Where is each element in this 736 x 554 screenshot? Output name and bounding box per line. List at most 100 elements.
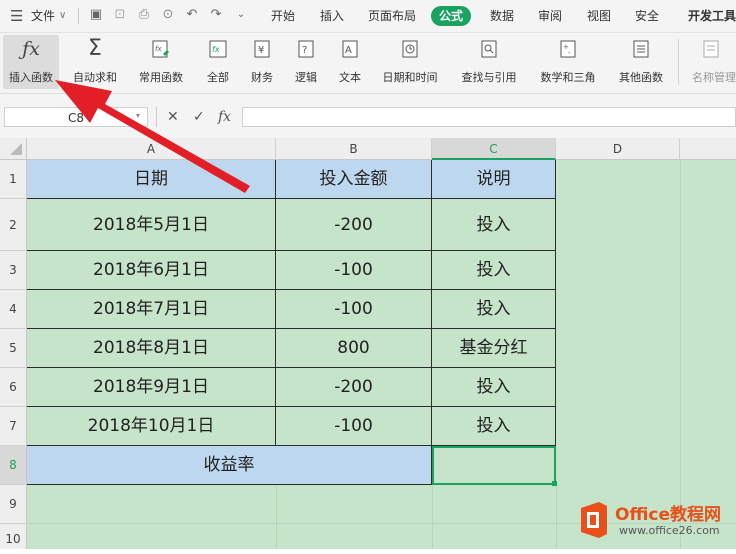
text-icon: A	[342, 40, 358, 58]
date-time-button[interactable]: 日期和时间	[375, 35, 445, 89]
insert-function-button[interactable]: ƒx 插入函数	[3, 35, 59, 89]
tab-data[interactable]: 数据	[490, 0, 514, 32]
row-header-9[interactable]: 9	[0, 485, 27, 524]
text-functions-button[interactable]: A 文本	[330, 35, 370, 89]
cell-c4[interactable]: 投入	[432, 290, 556, 329]
logical-button[interactable]: ? 逻辑	[286, 35, 326, 89]
clock-icon	[402, 40, 418, 58]
watermark: Office教程网 www.office26.com	[571, 494, 736, 546]
cell-b4[interactable]: -100	[276, 290, 432, 329]
row-header-3[interactable]: 3	[0, 251, 27, 290]
name-manager-icon	[703, 40, 719, 58]
hamburger-icon[interactable]: ☰	[10, 0, 23, 32]
cell-b3[interactable]: -100	[276, 251, 432, 290]
cell-a3[interactable]: 2018年6月1日	[27, 251, 276, 290]
math-trig-button[interactable]: + - 数学和三角	[532, 35, 604, 89]
print-icon[interactable]: ⎙	[137, 8, 151, 22]
office-logo-icon	[581, 502, 607, 538]
row-header-2[interactable]: 2	[0, 199, 27, 251]
cell-a7[interactable]: 2018年10月1日	[27, 407, 276, 446]
cell-c1[interactable]: 说明	[432, 160, 556, 199]
copy-format-icon[interactable]: ⊡	[113, 8, 127, 22]
cell-c7[interactable]: 投入	[432, 407, 556, 446]
tab-view[interactable]: 视图	[587, 0, 611, 32]
cell-a2[interactable]: 2018年5月1日	[27, 199, 276, 251]
cell-b7[interactable]: -100	[276, 407, 432, 446]
name-box-dropdown-icon[interactable]: ▾	[136, 111, 140, 120]
cell-a4[interactable]: 2018年7月1日	[27, 290, 276, 329]
fx-icon: ƒx	[22, 38, 40, 60]
cell-b2[interactable]: -200	[276, 199, 432, 251]
name-manager-button[interactable]: 名称管理	[686, 35, 736, 89]
row-header-7[interactable]: 7	[0, 407, 27, 446]
save-icon[interactable]: ▣	[89, 8, 103, 22]
column-header-d[interactable]: D	[556, 138, 680, 160]
divider	[78, 8, 79, 24]
menu-file[interactable]: 文件	[31, 0, 55, 32]
customize-quick-access-icon[interactable]: ⌄	[234, 8, 248, 22]
row-header-10[interactable]: 10	[0, 524, 27, 549]
tab-security[interactable]: 安全	[635, 0, 659, 32]
financial-icon: ¥	[254, 40, 270, 58]
ribbon: ƒx 插入函数 Σ 自动求和 fx 常用函数 fx 全部 ¥ 财务 ? 逻辑 A…	[0, 33, 736, 94]
fill-handle[interactable]	[552, 481, 557, 486]
cancel-icon[interactable]: ✕	[167, 107, 179, 127]
row-header-1[interactable]: 1	[0, 160, 27, 199]
tab-home[interactable]: 开始	[271, 0, 295, 32]
cell-b1[interactable]: 投入金额	[276, 160, 432, 199]
select-all-corner[interactable]	[0, 138, 27, 160]
cell-c3[interactable]: 投入	[432, 251, 556, 290]
tab-review[interactable]: 审阅	[538, 0, 562, 32]
cell-c6[interactable]: 投入	[432, 368, 556, 407]
row-header-6[interactable]: 6	[0, 368, 27, 407]
cell-c2[interactable]: 投入	[432, 199, 556, 251]
cell-a1[interactable]: 日期	[27, 160, 276, 199]
cell-b5[interactable]: 800	[276, 329, 432, 368]
gridline	[556, 485, 557, 549]
cell-a8-merged[interactable]: 收益率	[27, 446, 432, 485]
svg-text:¥: ¥	[258, 45, 264, 56]
all-functions-button[interactable]: fx 全部	[198, 35, 238, 89]
formula-input[interactable]	[242, 107, 736, 127]
tab-developer[interactable]: 开发工具	[688, 0, 736, 32]
redo-icon[interactable]: ↷	[209, 8, 223, 22]
row-header-4[interactable]: 4	[0, 290, 27, 329]
column-header-e[interactable]	[680, 138, 736, 160]
watermark-url: www.office26.com	[619, 524, 720, 537]
menu-bar: ☰ 文件 ∨ ▣ ⊡ ⎙ ⊙ ↶ ↷ ⌄ 开始 插入 页面布局 公式 数据 审阅…	[0, 0, 736, 33]
column-header-b[interactable]: B	[276, 138, 432, 160]
gridline	[276, 485, 277, 549]
sigma-icon: Σ	[88, 36, 102, 61]
name-box[interactable]: C8	[4, 107, 148, 127]
cell-b6[interactable]: -200	[276, 368, 432, 407]
column-header-c[interactable]: C	[432, 138, 556, 160]
tab-formulas[interactable]: 公式	[431, 6, 472, 26]
confirm-icon[interactable]: ✓	[193, 107, 205, 127]
lookup-reference-button[interactable]: 查找与引用	[452, 35, 526, 89]
math-icon: +-	[560, 40, 576, 58]
tab-page-layout[interactable]: 页面布局	[368, 0, 416, 32]
row-header-5[interactable]: 5	[0, 329, 27, 368]
cell-c8-selected[interactable]	[432, 446, 556, 485]
corner-triangle-icon	[10, 143, 22, 155]
chevron-down-icon[interactable]: ∨	[59, 0, 66, 32]
row-header-8[interactable]: 8	[0, 446, 27, 485]
tab-insert[interactable]: 插入	[320, 0, 344, 32]
financial-button[interactable]: ¥ 财务	[242, 35, 282, 89]
svg-text:?: ?	[302, 45, 307, 56]
other-functions-icon	[633, 40, 649, 58]
column-header-a[interactable]: A	[27, 138, 276, 160]
ribbon-divider	[678, 39, 679, 85]
watermark-brand: Office教程网	[615, 505, 722, 525]
svg-text:fx: fx	[212, 45, 220, 54]
common-functions-button[interactable]: fx 常用函数	[131, 35, 191, 89]
magnifier-icon	[481, 40, 497, 58]
cell-a5[interactable]: 2018年8月1日	[27, 329, 276, 368]
cell-a6[interactable]: 2018年9月1日	[27, 368, 276, 407]
print-preview-icon[interactable]: ⊙	[161, 8, 175, 22]
autosum-button[interactable]: Σ 自动求和	[64, 35, 126, 89]
fx-icon[interactable]: fx	[218, 107, 231, 127]
other-functions-button[interactable]: 其他函数	[610, 35, 672, 89]
undo-icon[interactable]: ↶	[185, 8, 199, 22]
cell-c5[interactable]: 基金分红	[432, 329, 556, 368]
